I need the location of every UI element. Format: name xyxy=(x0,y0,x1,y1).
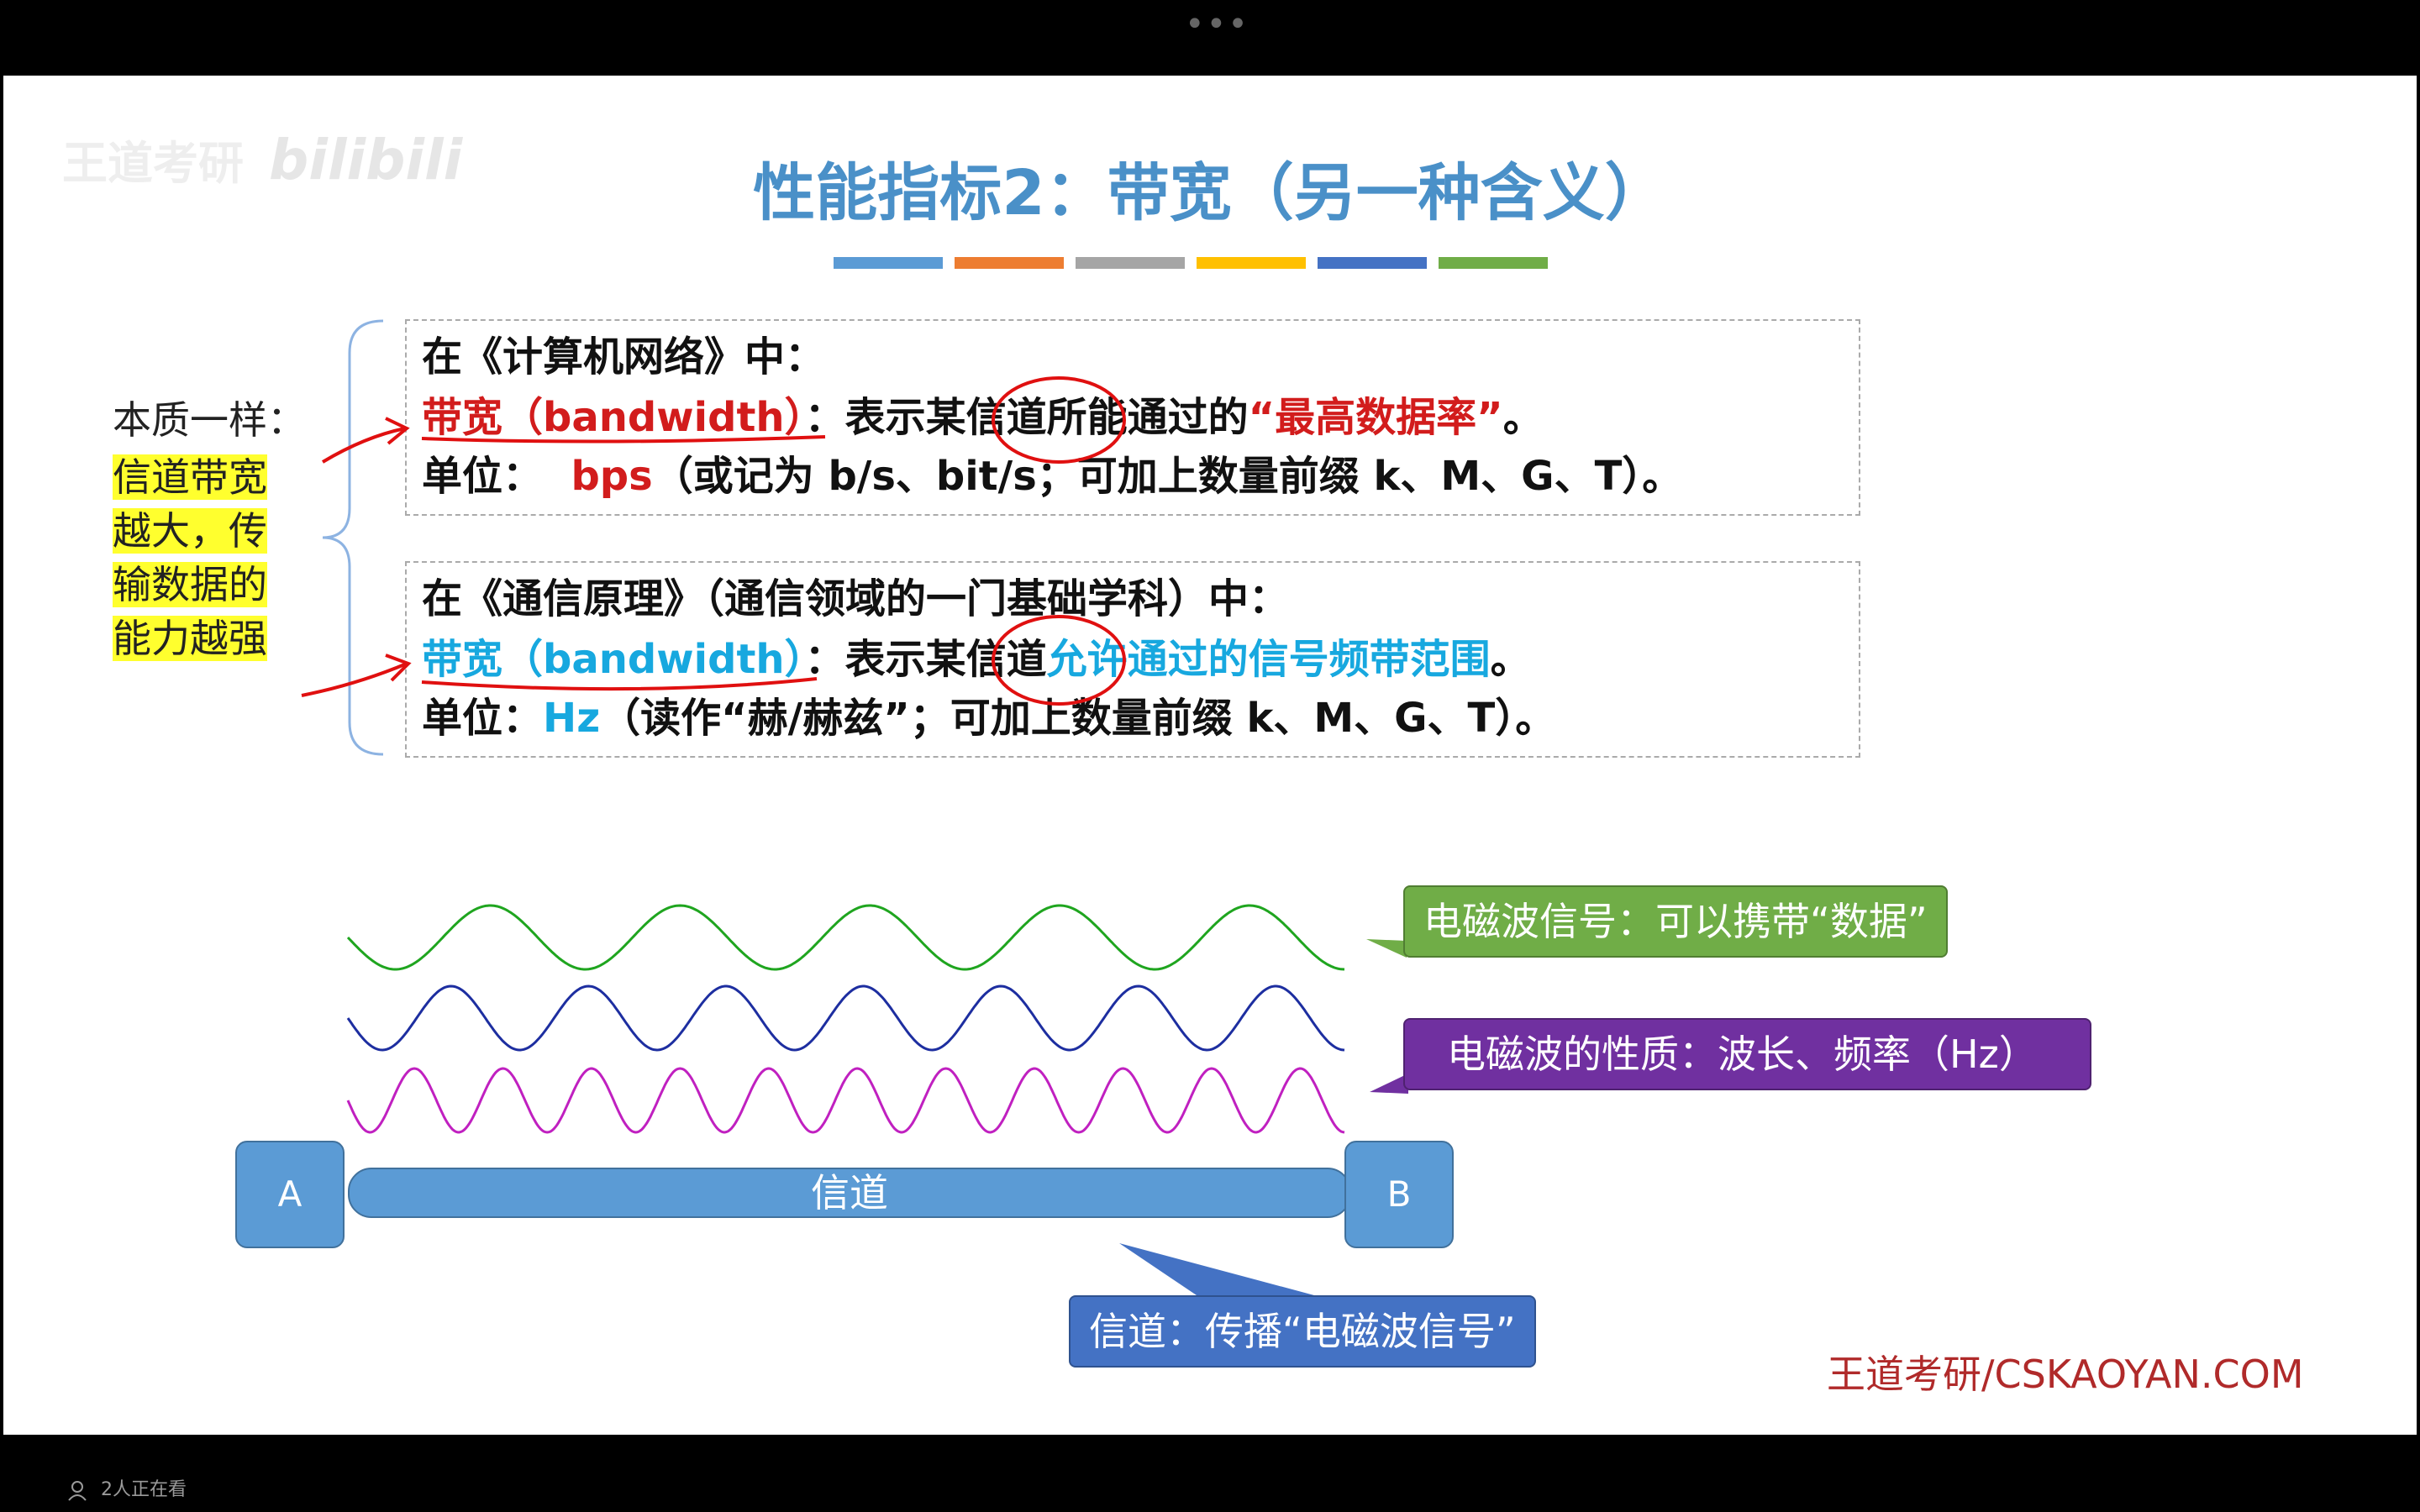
bottom-bar xyxy=(0,1435,2420,1512)
channel-label: 信道 xyxy=(811,1170,888,1215)
red-circle-2 xyxy=(992,615,1126,706)
callout-tail-blue xyxy=(1119,1243,1314,1295)
top-bar: ••• xyxy=(0,0,2420,76)
viewer-count: 2人正在看 xyxy=(101,1479,187,1500)
red-circle-1 xyxy=(992,376,1126,464)
slide: 王道考研 bilibili 性能指标2：带宽（另一种含义） 本质一样： 信道带宽 … xyxy=(3,76,2417,1435)
red-underline-2 xyxy=(421,677,818,691)
red-underline-1 xyxy=(421,435,826,444)
node-b: B xyxy=(1344,1141,1454,1248)
callout-signal: 电磁波信号：可以携带“数据” xyxy=(1403,885,1948,958)
callout-tail-green xyxy=(1366,939,1407,958)
red-arrow-1 xyxy=(321,427,406,464)
brand-text: 王道考研/CSKAOYAN.COM xyxy=(1827,1352,2304,1397)
wave-blue xyxy=(346,984,1345,1052)
callout-channel: 信道：传播“电磁波信号” xyxy=(1069,1295,1536,1368)
more-options-icon[interactable]: ••• xyxy=(1185,8,1248,41)
callout-wave-property: 电磁波的性质：波长、频率（Hz） xyxy=(1403,1018,2091,1090)
diagram-graphics xyxy=(301,319,1408,1295)
channel-pipe: 信道 xyxy=(348,1168,1351,1218)
wave-green xyxy=(346,904,1345,971)
wave-magenta xyxy=(346,1067,1345,1134)
node-a: A xyxy=(235,1141,345,1248)
viewer-icon xyxy=(68,1481,87,1501)
